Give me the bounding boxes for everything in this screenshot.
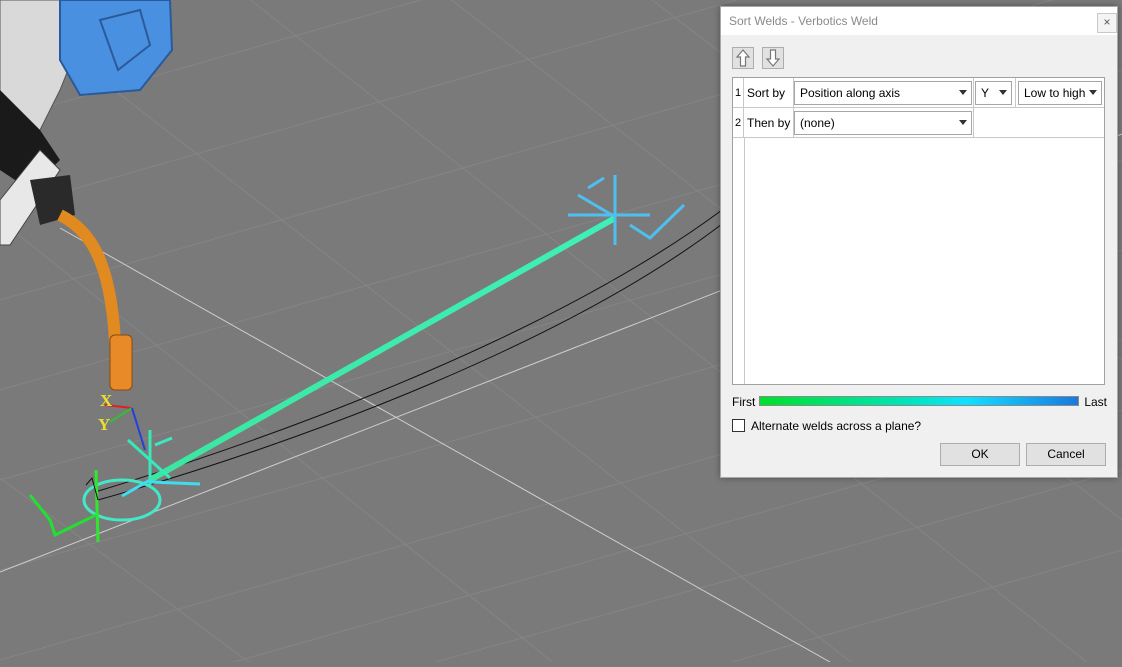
first-label: First (732, 395, 756, 409)
sort-welds-dialog: Sort Welds - Verbotics Weld × 1 Sort by … (720, 6, 1118, 478)
row-label: Then by (744, 108, 794, 138)
sort-order-legend: First Last (732, 395, 1107, 409)
chevron-down-icon (999, 90, 1007, 95)
move-up-button[interactable] (732, 47, 754, 69)
close-button[interactable]: × (1097, 13, 1117, 33)
axis-y-label: Y (98, 415, 110, 434)
table-row: 2 Then by (none) (733, 108, 1104, 138)
table-row: 1 Sort by Position along axis Y Low to h… (733, 78, 1104, 108)
arrow-down-icon (765, 49, 781, 67)
move-down-button[interactable] (762, 47, 784, 69)
last-label: Last (1084, 395, 1107, 409)
row-number: 2 (733, 108, 744, 138)
axis-select[interactable]: Y (975, 81, 1012, 105)
order-select[interactable]: Low to high (1018, 81, 1102, 105)
criterion-select[interactable]: Position along axis (794, 81, 972, 105)
ok-button[interactable]: OK (940, 443, 1020, 466)
chevron-down-icon (959, 120, 967, 125)
order-gradient-bar (759, 396, 1079, 406)
alternate-welds-label[interactable]: Alternate welds across a plane? (751, 419, 921, 433)
chevron-down-icon (1089, 90, 1097, 95)
dialog-titlebar[interactable]: Sort Welds - Verbotics Weld × (721, 7, 1117, 35)
alternate-welds-checkbox[interactable] (732, 419, 745, 432)
row-number: 1 (733, 78, 744, 108)
axis-x-label: X (100, 391, 113, 410)
cancel-button[interactable]: Cancel (1026, 443, 1106, 466)
sort-criteria-table: 1 Sort by Position along axis Y Low to h… (732, 77, 1105, 385)
close-icon: × (1103, 15, 1111, 29)
arrow-up-icon (735, 49, 751, 67)
row-label: Sort by (744, 78, 794, 108)
row-header-column (733, 138, 745, 384)
chevron-down-icon (959, 90, 967, 95)
criterion-select[interactable]: (none) (794, 111, 972, 135)
dialog-title: Sort Welds - Verbotics Weld (729, 14, 878, 28)
